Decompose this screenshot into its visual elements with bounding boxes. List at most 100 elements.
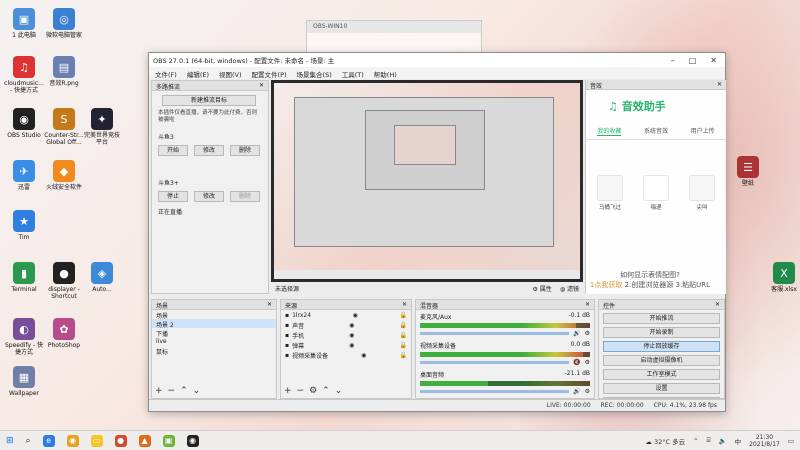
visibility-eye-icon[interactable]: ◉ [349,342,354,349]
volume-slider[interactable] [420,390,570,393]
tab-user-uploads[interactable]: 用户上传 [691,126,715,136]
visibility-eye-icon[interactable]: ◉ [361,352,366,359]
move-up-icon[interactable]: ⌃ [180,386,188,396]
control-button[interactable]: 开始推流 [603,313,720,324]
desktop-icon[interactable]: ◈ Auto... [82,262,122,293]
source-item[interactable]: ▪ 手机 ◉ 🔓 [281,330,411,340]
desktop-icon[interactable]: ▣ 1 此电脑 [4,8,44,39]
search-icon[interactable]: ⌕ [26,436,31,446]
remove-icon[interactable]: − [168,386,176,396]
ime-indicator[interactable]: 中 [735,436,742,446]
android-icon[interactable]: ▣ [162,434,175,447]
scene-item[interactable]: 场景 [152,310,276,320]
visibility-eye-icon[interactable]: ◉ [353,312,358,319]
desktop-icon[interactable]: ◉ OBS Studio [4,108,44,139]
remove-icon[interactable]: − [297,386,305,396]
lock-icon[interactable]: 🔓 [400,322,407,329]
desktop-icon[interactable]: ◎ 微软电脑管家 [44,8,84,39]
speaker-icon[interactable]: 🔊 [573,330,580,337]
gear-icon[interactable]: ⚙ [309,386,317,396]
menu-item[interactable]: 帮助(H) [374,69,397,79]
weather-widget[interactable]: ☁ 32°C 多云 [645,436,685,446]
tab-system-sounds[interactable]: 系统音效 [644,126,668,136]
menu-item[interactable]: 场景集合(S) [297,69,332,79]
desktop-icon[interactable]: ✿ PhotoShop [44,318,84,349]
desktop-icon[interactable]: ✈ 迅雷 [4,160,44,191]
menu-item[interactable]: 文件(F) [155,69,177,79]
source-item[interactable]: ▪ 视频采集设备 ◉ 🔓 [281,350,411,360]
target2-edit-button[interactable]: 修改 [194,191,224,202]
move-down-icon[interactable]: ⌄ [335,386,343,396]
desktop-icon[interactable]: ◆ 火绒安全软件 [44,160,84,191]
target1-start-button[interactable]: 开始 [158,145,188,156]
sound-tile[interactable]: 尖叫 [688,175,716,211]
desktop-icon[interactable]: S Counter-Str... Global Off... [44,108,84,146]
preview-canvas[interactable] [271,80,583,282]
source-item[interactable]: ▪ 弹幕 ◉ 🔓 [281,340,411,350]
file-explorer-icon[interactable]: ▭ [90,434,103,447]
dock-close-icon[interactable]: ✕ [717,81,722,88]
new-stream-target-button[interactable]: 新建推流目标 [162,95,256,106]
get-link[interactable]: 1点我获取 [590,281,622,289]
menu-item[interactable]: 视图(V) [219,69,242,79]
tab-favorites[interactable]: 我的收藏 [597,126,622,136]
desktop-icon[interactable]: ▦ Wallpaper [4,366,44,397]
desktop-icon[interactable]: ✦ 完美世界竞技平台 [82,108,122,146]
dock-close-icon[interactable]: ✕ [402,301,407,308]
speaker-icon[interactable]: 🔊 [573,388,580,395]
notification-icon[interactable]: ▭ [788,437,794,445]
lock-icon[interactable]: 🔓 [400,342,407,349]
target1-edit-button[interactable]: 修改 [194,145,224,156]
control-button[interactable]: 停止回放缓存 [603,341,720,352]
gear-icon[interactable]: ⚙ [585,388,590,395]
dock-close-icon[interactable]: ✕ [585,301,590,308]
volume-icon[interactable]: 🔈 [718,437,726,445]
gear-icon[interactable]: ⚙ [585,330,590,337]
app-icon[interactable]: ● [114,434,127,447]
control-button[interactable]: 工作室模式 [603,369,720,380]
network-icon[interactable]: ⌸ [707,436,711,445]
scene-item[interactable]: 下播 [152,328,276,338]
desktop-icon[interactable]: ★ Tim [4,210,44,241]
clock[interactable]: 21:30 2021/8/17 [749,434,780,448]
gear-icon[interactable]: ⚙ [585,359,590,366]
dock-close-icon[interactable]: ✕ [267,301,272,308]
dock-close-icon[interactable]: ✕ [259,82,264,89]
sound-tile[interactable]: 马桶飞过 [596,175,624,211]
obs-titlebar[interactable]: OBS 27.0.1 (64-bit, windows) - 配置文件: 未命名… [149,53,725,67]
sound-tile[interactable]: 嗨递 [642,175,670,211]
move-down-icon[interactable]: ⌄ [193,386,201,396]
properties-button[interactable]: ⚙ 属性 [532,284,551,293]
menu-item[interactable]: 配置文件(P) [252,69,287,79]
menu-item[interactable]: 编辑(E) [187,69,209,79]
desktop-icon[interactable]: ◐ Speedify - 快捷方式 [4,318,44,356]
lock-icon[interactable]: 🔓 [400,332,407,339]
volume-slider[interactable] [420,361,570,364]
maximize-icon[interactable]: □ [689,56,697,65]
lock-icon[interactable]: 🔓 [400,312,407,319]
move-up-icon[interactable]: ⌃ [322,386,330,396]
target1-delete-button[interactable]: 删除 [230,145,260,156]
volume-slider[interactable] [420,332,570,335]
obs-taskbar-icon[interactable]: ◉ [186,434,199,447]
control-button[interactable]: 设置 [603,383,720,394]
app-icon[interactable]: ▲ [138,434,151,447]
target2-delete-button[interactable]: 删除 [230,191,260,202]
filters-button[interactable]: ◍ 滤镜 [560,284,579,293]
scene-item[interactable]: 鼠标 [152,346,276,356]
source-item[interactable]: ▪ 声音 ◉ 🔓 [281,320,411,330]
menu-item[interactable]: 工具(T) [342,69,364,79]
control-button[interactable]: 启动虚拟摄像机 [603,355,720,366]
edge-icon[interactable]: e [42,434,55,447]
control-button[interactable]: 开始录制 [603,327,720,338]
lock-icon[interactable]: 🔓 [400,352,407,359]
source-item[interactable]: ▪ 1lrx24 ◉ 🔓 [281,310,411,320]
desktop-icon[interactable]: ● displayer - Shortcut [44,262,84,300]
tray-chevron-icon[interactable]: ⌃ [693,437,698,445]
desktop-icon[interactable]: ♫ cloudmusic... - 快捷方式 [4,56,44,94]
desktop-icon[interactable]: ▤ 音效R.png [44,56,84,87]
chrome-icon[interactable]: ◉ [66,434,79,447]
scene-item[interactable]: live [152,337,276,346]
visibility-eye-icon[interactable]: ◉ [349,332,354,339]
scene-item[interactable]: 场景 2 [152,319,276,329]
